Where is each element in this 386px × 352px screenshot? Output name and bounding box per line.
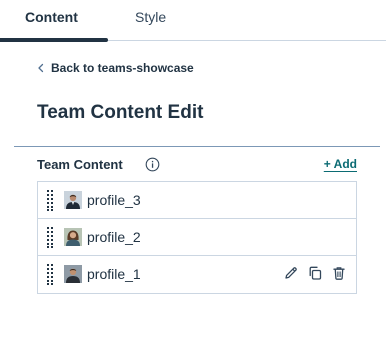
back-link[interactable]: Back to teams-showcase — [37, 61, 194, 75]
list-item-label: profile_2 — [87, 229, 141, 245]
content-editor-panel: Content Style Back to teams-showcase Tea… — [0, 0, 386, 352]
page-title: Team Content Edit — [37, 102, 204, 123]
list-item[interactable]: profile_2 — [38, 219, 356, 256]
row-actions — [283, 265, 347, 281]
drag-handle-icon[interactable] — [47, 190, 53, 211]
avatar — [64, 191, 82, 209]
trash-icon[interactable] — [331, 265, 347, 281]
chevron-left-icon — [38, 63, 44, 73]
active-tab-indicator — [0, 38, 108, 42]
tab-style[interactable]: Style — [135, 8, 166, 26]
tab-bar: Content Style — [0, 0, 386, 42]
team-content-label: Team Content — [37, 157, 123, 172]
list-item-label: profile_3 — [87, 192, 141, 208]
team-content-header: Team Content + Add — [37, 157, 357, 177]
drag-handle-icon[interactable] — [47, 264, 53, 285]
section-divider — [14, 146, 380, 147]
team-content-list: profile_3 profile_2 profile_1 — [37, 181, 357, 294]
info-icon[interactable] — [145, 157, 160, 172]
list-item-label: profile_1 — [87, 266, 141, 282]
drag-handle-icon[interactable] — [47, 227, 53, 248]
list-item[interactable]: profile_3 — [38, 182, 356, 219]
add-button[interactable]: + Add — [324, 157, 357, 171]
avatar — [64, 228, 82, 246]
pencil-icon[interactable] — [283, 265, 299, 281]
copy-icon[interactable] — [307, 265, 323, 281]
back-link-label: Back to teams-showcase — [51, 61, 194, 75]
avatar — [64, 265, 82, 283]
tab-content[interactable]: Content — [25, 8, 78, 26]
list-item[interactable]: profile_1 — [38, 256, 356, 293]
